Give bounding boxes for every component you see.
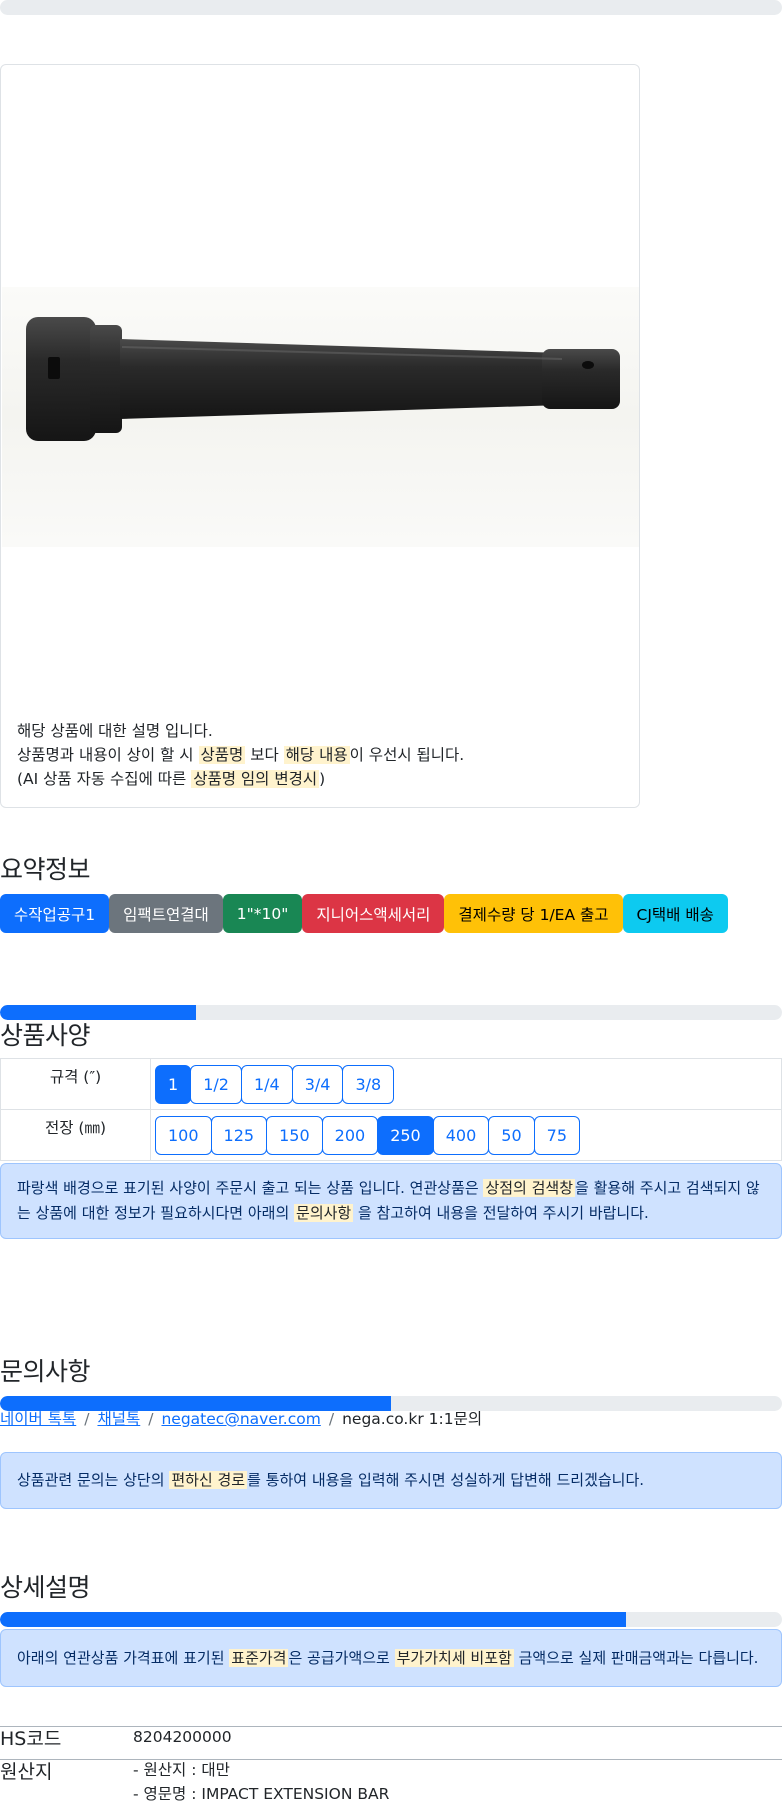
spec-option-button[interactable]: 1/4 [240,1064,293,1104]
hs-code-value: 8204200000 [133,1728,232,1746]
spec-progress-bar [0,1005,782,1020]
spec-option-button[interactable]: 50 [488,1115,535,1155]
product-card: 해당 상품에 대한 설명 입니다. 상품명과 내용이 상이 할 시 상품명 보다… [0,64,640,808]
badge-shipping: CJ택배 배송 [622,894,728,933]
origin-label: 원산지 [0,1761,53,1783]
spec-option-button[interactable]: 3/4 [291,1064,344,1104]
spec-row-length: 전장 (㎜) 100 125 150 200 250 400 50 75 [0,1109,782,1161]
extension-bar-image [26,317,620,441]
spec-option-button[interactable]: 3/8 [342,1064,395,1104]
english-name: - 영문명 : IMPACT EXTENSION BAR [133,1785,390,1803]
detail-progress-fill [0,1612,626,1627]
spec-options-length: 100 125 150 200 250 400 50 75 [155,1115,777,1155]
email-link[interactable]: negatec@naver.com [161,1410,320,1428]
summary-title: 요약정보 [0,855,91,884]
spec-option-button[interactable]: 1/2 [190,1064,242,1104]
detail-notice: 아래의 연관상품 가격표에 표기된 표준가격 은 공급가액으로 부가가치세 비포함… [0,1629,782,1687]
spec-table: 규격 (″) 1 1/2 1/4 3/4 3/8 전장 (㎜) 100 125 150 200… [0,1058,782,1161]
spec-option-button[interactable]: 125 [210,1115,268,1155]
product-image [2,287,639,547]
inquiry-notice: 상품관련 문의는 상단의 편하신 경로 를 통하여 내용을 입력해 주시면 성실하… [0,1452,782,1509]
summary-badges: 수작업공구1 임팩트연결대 1"*10" 지니어스액세서리 결제수량 당 1/E… [0,894,728,933]
badge-size: 1"*10" [222,894,303,933]
spec-option-button[interactable]: 100 [155,1115,212,1155]
spec-option-button[interactable]: 400 [432,1115,490,1155]
detail-title: 상세설명 [0,1573,91,1602]
inquiry-links: 네이버 톡톡 / 채널톡 / negatec@naver.com / nega.co.kr … [0,1410,483,1428]
top-progress-bar [0,0,782,15]
spec-option-button[interactable]: 1 [155,1064,192,1104]
spec-option-button[interactable]: 150 [266,1115,323,1155]
badge-quantity: 결제수량 당 1/EA 출고 [444,894,623,933]
desc-line-2: 상품명과 내용이 상이 할 시 상품명 보다 해당 내용 이 우선시 됩니다. [17,746,465,764]
spec-title: 상품사양 [0,1021,91,1050]
one-to-one-inquiry: nega.co.kr 1:1문의 [342,1410,483,1428]
product-description: 해당 상품에 대한 설명 입니다. 상품명과 내용이 상이 할 시 상품명 보다… [17,719,464,791]
divider [0,1759,782,1760]
inquiry-title: 문의사항 [0,1357,91,1386]
spec-label-size: 규격 (″) [0,1058,151,1110]
desc-line-1: 해당 상품에 대한 설명 입니다. [17,722,213,740]
spec-row-size: 규격 (″) 1 1/2 1/4 3/4 3/8 [0,1058,782,1110]
spec-option-button[interactable]: 250 [377,1115,434,1155]
detail-progress-bar [0,1612,782,1627]
spec-option-button[interactable]: 75 [533,1115,580,1155]
spec-options-size: 1 1/2 1/4 3/4 3/8 [155,1064,777,1104]
channel-talk-link[interactable]: 채널톡 [97,1410,140,1428]
spec-notice: 파랑색 배경으로 표기된 사양이 주문시 출고 되는 상품 입니다. 연관상품은… [0,1163,782,1239]
spec-label-length: 전장 (㎜) [0,1109,151,1161]
hs-code-label: HS코드 [0,1728,62,1750]
divider [0,1726,782,1727]
origin-country: - 원산지 : 대만 [133,1761,230,1779]
spec-option-button[interactable]: 200 [321,1115,379,1155]
origin-value: - 원산지 : 대만 - 영문명 : IMPACT EXTENSION BAR [133,1758,389,1806]
badge-product-type: 임팩트연결대 [109,894,223,933]
naver-talktalk-link[interactable]: 네이버 톡톡 [0,1410,76,1428]
badge-brand: 지니어스액세서리 [302,894,445,933]
badge-category: 수작업공구1 [0,894,110,933]
desc-line-3: (AI 상품 자동 수집에 따른 상품명 임의 변경시) [17,770,326,788]
